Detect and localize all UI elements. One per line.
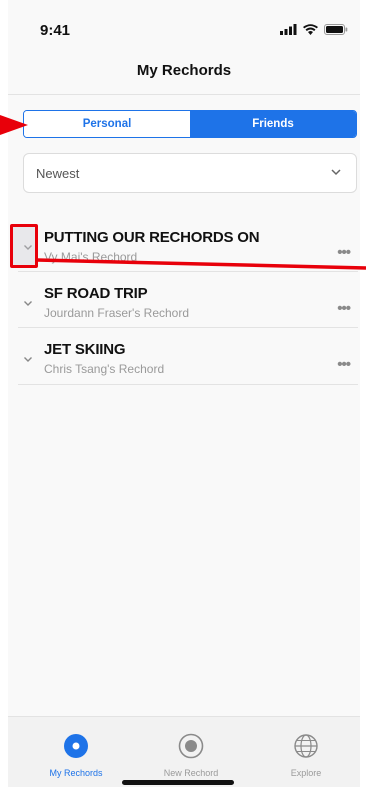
tab-bar: My Rechords New Rechord Explore	[8, 716, 360, 787]
status-time: 9:41	[40, 22, 71, 39]
more-options-button[interactable]: •••	[337, 300, 351, 317]
row-divider	[18, 327, 358, 328]
record-button-icon	[178, 733, 204, 759]
chevron-down-icon[interactable]	[23, 300, 33, 307]
segmented-control: Personal Friends	[23, 110, 357, 138]
tab-label: My Rechords	[49, 768, 103, 778]
status-icons	[280, 24, 348, 35]
home-indicator	[122, 780, 234, 785]
globe-icon	[294, 734, 318, 758]
rechord-title: PUTTING OUR RECHORDS ON	[44, 229, 260, 246]
header-divider	[8, 94, 360, 95]
row-divider	[18, 384, 358, 385]
chevron-down-icon[interactable]	[23, 356, 33, 363]
rechord-title: SF ROAD TRIP	[44, 285, 148, 302]
wifi-icon	[303, 24, 318, 35]
rechord-title: JET SKIING	[44, 341, 126, 358]
battery-icon	[324, 24, 348, 35]
tab-personal[interactable]: Personal	[24, 111, 190, 137]
signal-icon	[280, 24, 297, 35]
rechord-owner: Jourdann Fraser's Rechord	[44, 306, 190, 320]
more-options-button[interactable]: •••	[337, 244, 351, 261]
annotation-arrow	[0, 115, 28, 135]
rechord-owner: Vy Mai's Rechord	[44, 250, 138, 264]
status-bar: 9:41	[8, 0, 360, 60]
tab-new-rechord[interactable]: New Rechord	[141, 733, 241, 778]
more-options-button[interactable]: •••	[337, 356, 351, 373]
tab-friends[interactable]: Friends	[190, 111, 356, 137]
tab-label: New Rechord	[163, 768, 219, 778]
rechord-owner: Chris Tsang's Rechord	[44, 362, 165, 376]
tab-label: Explore	[290, 768, 322, 778]
phone-screen: 9:41 My Rechords Personal Friends Newest	[8, 0, 360, 787]
annotation-highlight-box	[10, 224, 38, 268]
sort-value: Newest	[36, 166, 80, 181]
page-title: My Rechords	[136, 62, 232, 79]
sort-dropdown[interactable]: Newest	[23, 153, 357, 193]
record-dot-icon	[64, 734, 88, 758]
tab-explore[interactable]: Explore	[256, 733, 356, 778]
chevron-down-icon	[331, 169, 341, 176]
tab-my-rechords[interactable]: My Rechords	[26, 733, 126, 778]
row-divider	[18, 271, 358, 272]
